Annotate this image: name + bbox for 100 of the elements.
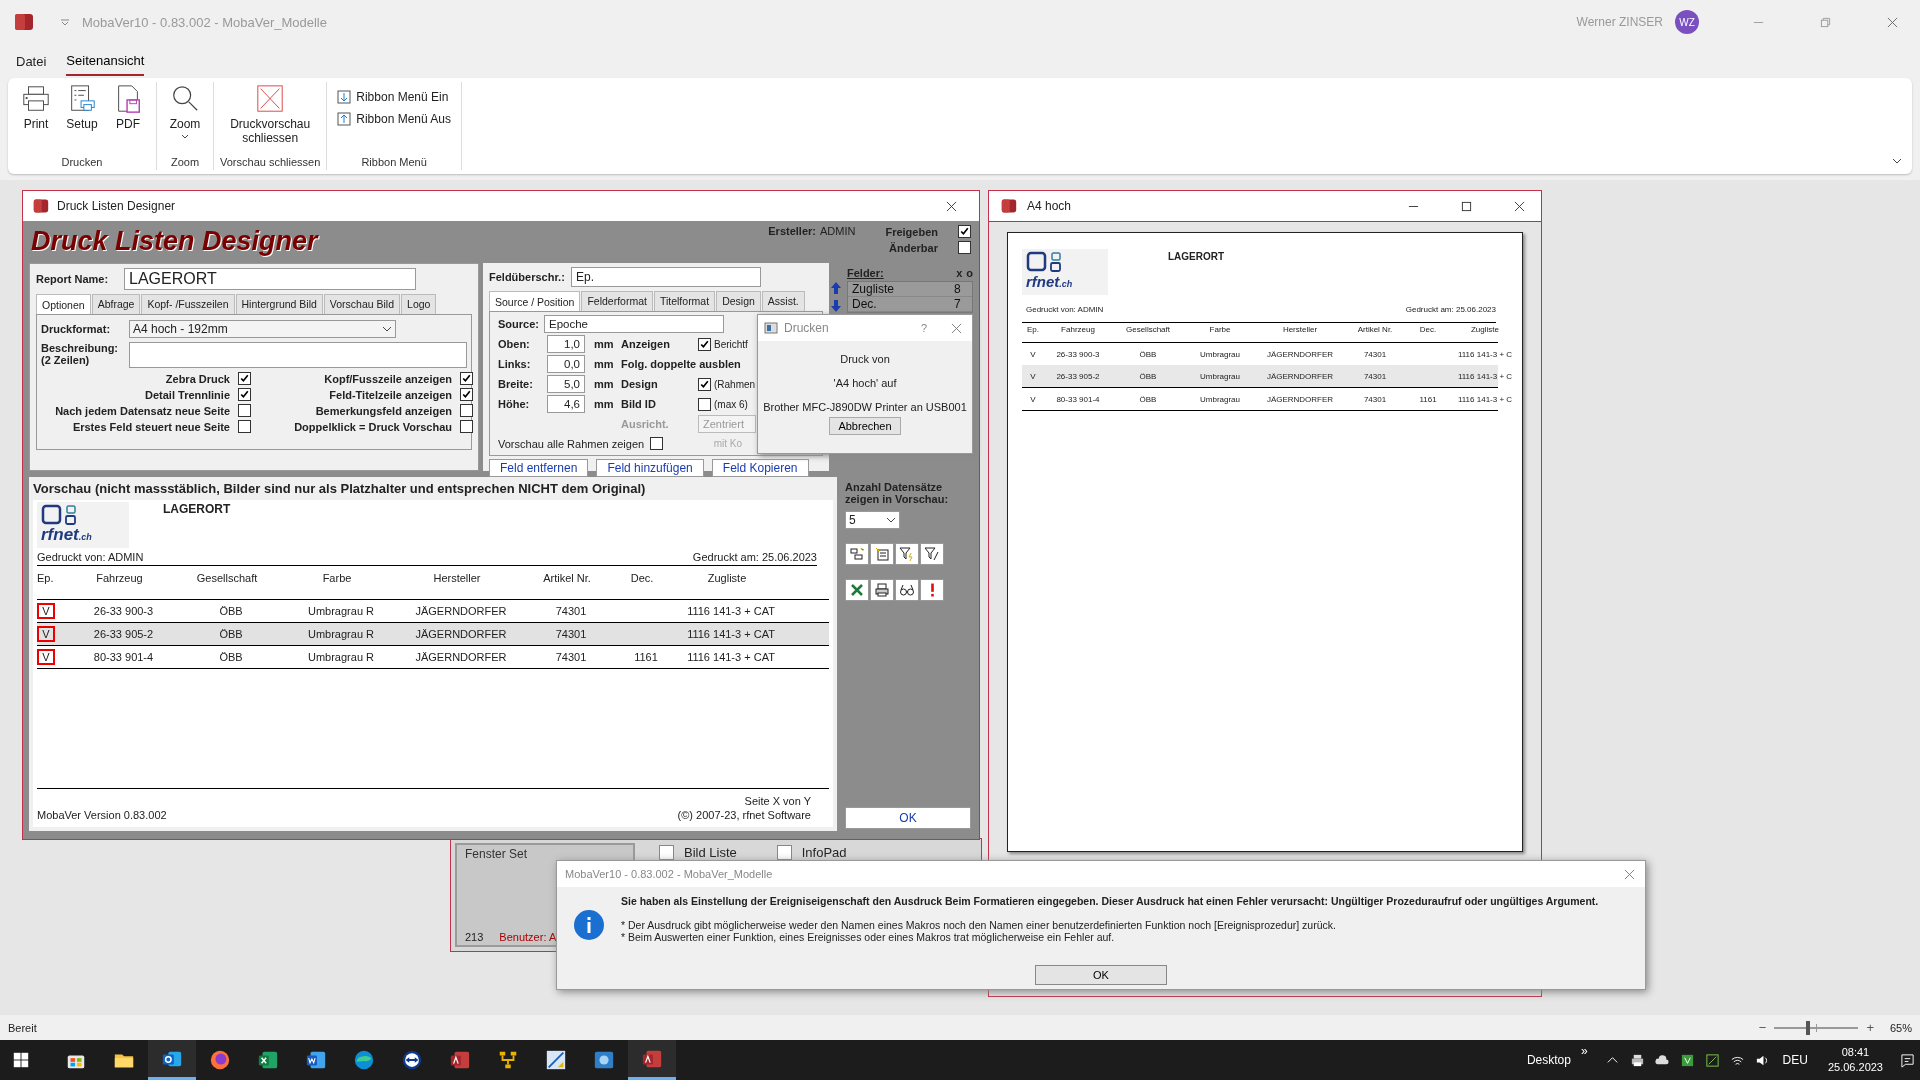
checkbox[interactable] xyxy=(460,388,473,401)
checkbox[interactable] xyxy=(698,397,711,411)
field-label: (2 Zeilen) xyxy=(41,354,91,366)
tab[interactable]: Source / Position xyxy=(489,291,581,311)
checkbox[interactable] xyxy=(698,337,711,351)
ribbon-button[interactable]: Setup xyxy=(60,82,104,133)
clock-time[interactable]: 08:41 xyxy=(1841,1045,1870,1060)
cancel-button[interactable]: Abbrechen xyxy=(829,417,901,435)
table-cell-text: 26-33 900-3 xyxy=(1055,349,1101,359)
description-field[interactable] xyxy=(129,342,467,368)
monitor-icon[interactable] xyxy=(1704,1052,1720,1068)
number-field[interactable]: 4,6 xyxy=(547,395,585,413)
printer-icon[interactable] xyxy=(1629,1052,1645,1068)
number-field[interactable]: 0,0 xyxy=(547,355,585,373)
ribbon-button[interactable]: Print xyxy=(14,82,58,133)
field-button[interactable]: Feld Kopieren xyxy=(711,459,809,477)
checkbox[interactable] xyxy=(460,372,473,385)
zoom-in-button[interactable]: + xyxy=(1866,1020,1874,1035)
zoom-out-button[interactable]: − xyxy=(1758,1020,1767,1035)
zoom-slider[interactable] xyxy=(1774,1020,1859,1035)
desktop-label[interactable]: Desktop xyxy=(1526,1053,1571,1067)
ok-button[interactable]: OK xyxy=(845,807,971,829)
tab[interactable]: Hintergrund Bild xyxy=(235,294,323,314)
table-cell-text: Umbragrau xyxy=(1199,349,1241,359)
ribbon-button[interactable]: Druckvorschau schliessen xyxy=(222,82,319,147)
tab[interactable]: Logo xyxy=(401,294,437,314)
ok-button[interactable]: OK xyxy=(1035,965,1167,985)
list-item[interactable]: Dec. 7 xyxy=(848,297,972,312)
mail-icon[interactable] xyxy=(148,1040,196,1080)
preview-button[interactable] xyxy=(895,579,919,601)
move-down-icon[interactable] xyxy=(829,299,843,313)
report-name-field[interactable]: LAGERORT xyxy=(124,268,416,290)
tab[interactable]: Design xyxy=(716,291,761,311)
layout-button[interactable] xyxy=(845,543,869,565)
close-icon[interactable] xyxy=(1514,200,1525,212)
tab[interactable]: Kopf- /Fusszeilen xyxy=(141,294,235,314)
checkbox[interactable] xyxy=(776,845,792,860)
print-button[interactable] xyxy=(870,579,894,601)
clock-date[interactable]: 25.06.2023 xyxy=(1827,1060,1883,1075)
checkbox[interactable] xyxy=(659,845,674,860)
user-avatar[interactable]: WZ xyxy=(1675,10,1699,34)
shield-icon[interactable] xyxy=(1679,1052,1695,1068)
checkbox[interactable] xyxy=(650,437,664,450)
field-button[interactable]: Feld hinzufügen xyxy=(596,459,704,477)
export-button[interactable] xyxy=(845,579,869,601)
table-cell-text: JÄGERNDORFER xyxy=(1265,394,1335,404)
count-dropdown[interactable]: 5 xyxy=(845,511,900,529)
maximize-icon[interactable] xyxy=(1461,200,1472,212)
number-field[interactable]: 1,0 xyxy=(547,335,585,353)
checkbox[interactable] xyxy=(460,420,473,433)
menu-tab[interactable]: Datei xyxy=(16,47,47,75)
number-field[interactable]: 5,0 xyxy=(547,375,585,393)
tab[interactable]: Abfrage xyxy=(91,294,141,314)
list-item[interactable]: Zugliste 8 xyxy=(848,282,972,297)
checkbox[interactable] xyxy=(238,388,251,401)
quick-access-caret-icon[interactable] xyxy=(60,18,70,26)
checkbox[interactable] xyxy=(460,404,473,417)
close-icon[interactable] xyxy=(946,200,957,212)
new-form-button[interactable] xyxy=(870,543,894,565)
tab[interactable]: Optionen xyxy=(36,294,91,314)
table-cell-text: JÄGERNDORFER xyxy=(1265,349,1335,359)
filter-button[interactable] xyxy=(895,543,919,565)
error-detail: * Beim Auswerten einer Funktion, eines Ereignisses oder eines Makros trat möglicherweise ein Fehler auf. xyxy=(621,931,1116,943)
source-field[interactable]: Epoche xyxy=(544,315,724,333)
unit-label: mm xyxy=(594,358,615,370)
format-dropdown[interactable]: A4 hoch - 192mm xyxy=(129,320,396,338)
collapse-ribbon-icon[interactable] xyxy=(1892,158,1902,164)
checkbox[interactable] xyxy=(238,404,251,417)
ribbon-small-button[interactable]: Ribbon Menü Ein xyxy=(333,88,455,106)
designer-heading: Druck Listen Designer xyxy=(31,225,318,258)
tab[interactable]: Felderformat xyxy=(581,291,653,311)
move-up-icon[interactable] xyxy=(829,281,843,295)
ribbon-button[interactable]: Zoom xyxy=(163,82,207,141)
toolbar-expand[interactable]: » xyxy=(1580,1044,1588,1058)
checkbox[interactable] xyxy=(238,372,251,385)
warning-button[interactable] xyxy=(920,579,944,601)
help-button[interactable]: ? xyxy=(920,322,927,334)
filter-edit-button[interactable] xyxy=(920,543,944,565)
ribbon-small-button[interactable]: Ribbon Menü Aus xyxy=(333,110,455,128)
ribbon-button[interactable]: PDF xyxy=(106,82,150,133)
language-indicator[interactable]: DEU xyxy=(1782,1053,1808,1067)
checkbox[interactable] xyxy=(698,377,711,391)
tab[interactable]: Assist. xyxy=(761,291,805,311)
arrow-up-icon xyxy=(337,112,352,126)
database-icon[interactable] xyxy=(628,1040,676,1080)
checkbox-label: Vorschau alle Rahmen zeigen xyxy=(498,437,645,450)
tab[interactable]: Titelformat xyxy=(653,291,716,311)
close-icon[interactable] xyxy=(1887,16,1898,28)
checkbox[interactable] xyxy=(238,420,251,433)
tab[interactable]: Vorschau Bild xyxy=(323,294,401,314)
notification-icon[interactable] xyxy=(1900,1052,1915,1068)
field-button[interactable]: Feld entfernen xyxy=(489,459,589,477)
zoom-thumb[interactable] xyxy=(1805,1020,1810,1035)
checkbox[interactable] xyxy=(958,241,971,254)
start-icon[interactable] xyxy=(12,1051,30,1069)
checkbox[interactable] xyxy=(958,225,971,238)
field-heading-field[interactable]: Ep. xyxy=(571,267,761,287)
column-header: Farbe xyxy=(1208,325,1232,334)
menu-tab[interactable]: Seitenansicht xyxy=(66,46,145,76)
checkbox-label: (max 6) xyxy=(714,398,748,410)
